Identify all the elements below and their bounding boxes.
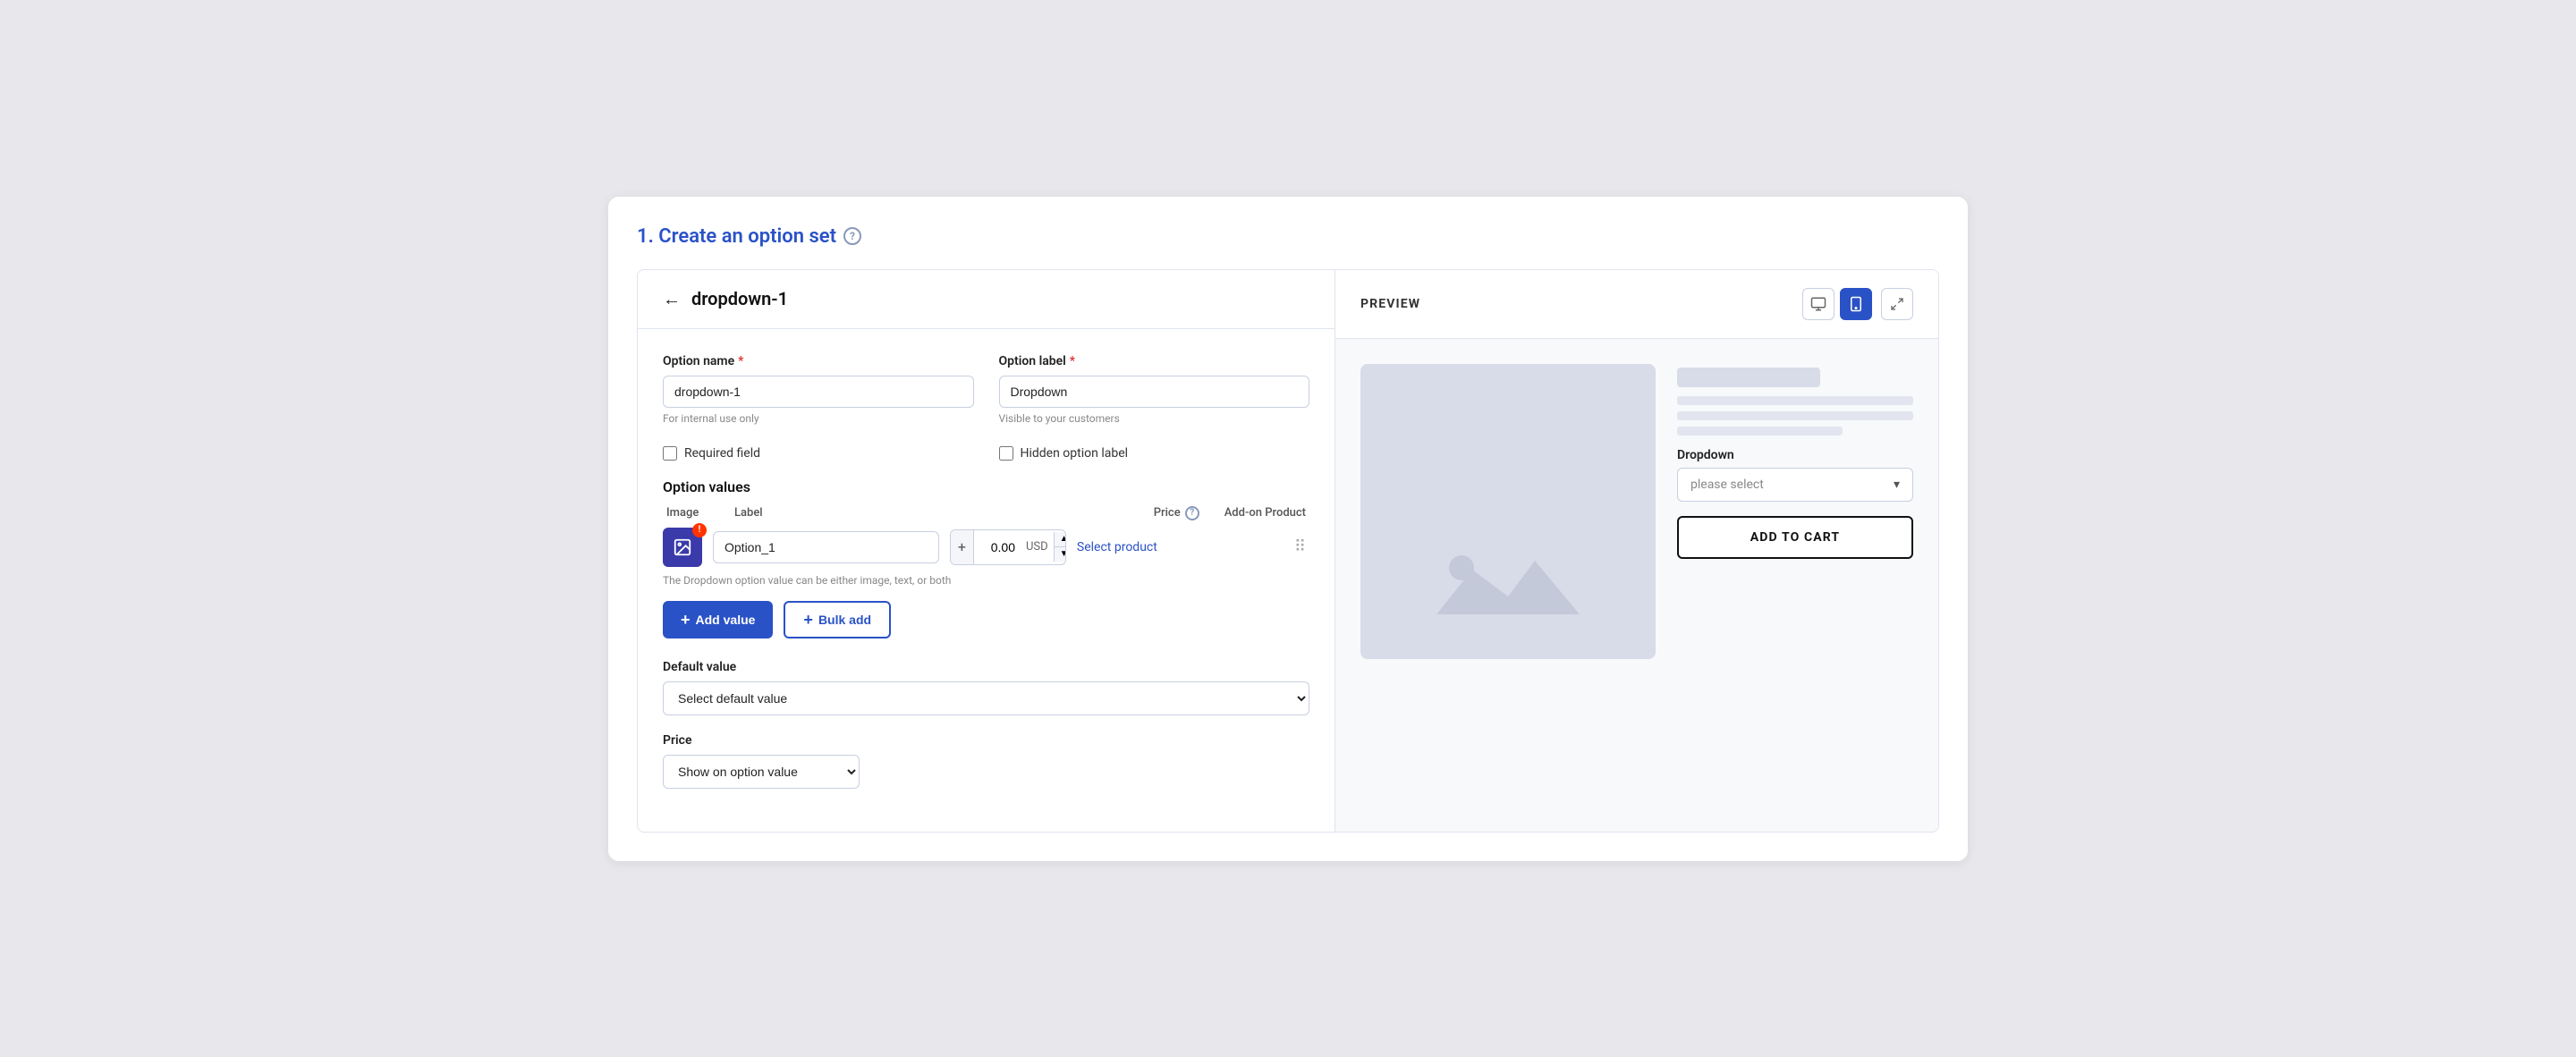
required-star-label: * (1070, 354, 1075, 368)
preview-line-1 (1677, 396, 1913, 405)
price-stepper: ▲ ▼ (1054, 532, 1066, 562)
expand-button[interactable] (1881, 288, 1913, 320)
default-value-group: Default value Select default value (663, 660, 1309, 715)
action-buttons: + Add value + Bulk add (663, 601, 1309, 638)
preview-product-image (1360, 364, 1656, 659)
chevron-down-icon: ▾ (1894, 478, 1900, 492)
add-to-cart-button[interactable]: ADD TO CART (1677, 516, 1913, 559)
preview-select-text: please select (1690, 478, 1764, 492)
option-name-group: Option name * For internal use only (663, 354, 974, 425)
name-label-row: Option name * For internal use only Opti… (663, 354, 1309, 425)
add-value-icon: + (681, 612, 691, 628)
page-title-text: 1. Create an option set (637, 225, 836, 248)
option-name-label: Option name * (663, 354, 974, 368)
desktop-view-button[interactable] (1802, 288, 1835, 320)
hidden-label-label: Hidden option label (1021, 446, 1129, 461)
view-controls (1802, 288, 1913, 320)
price-up-button[interactable]: ▲ (1055, 532, 1066, 547)
bulk-add-button[interactable]: + Bulk add (784, 601, 891, 638)
price-help-icon[interactable]: ? (1185, 506, 1199, 520)
preview-line-2 (1677, 411, 1913, 420)
preview-line-3 (1677, 427, 1843, 435)
price-plus-sign: + (951, 530, 974, 564)
preview-dropdown-label: Dropdown (1677, 448, 1913, 462)
default-value-select[interactable]: Select default value (663, 681, 1309, 715)
option-label-group: Option label * Visible to your customers (999, 354, 1310, 425)
option-value-label-input[interactable] (713, 531, 939, 563)
hidden-label-checkbox[interactable] (999, 446, 1013, 461)
price-section-title: Price (663, 733, 1309, 748)
help-icon[interactable]: ? (843, 227, 861, 245)
required-field-label: Required field (684, 446, 760, 461)
right-header: PREVIEW (1335, 270, 1938, 339)
main-layout: ← dropdown-1 Option name * For internal … (637, 269, 1939, 833)
drag-handle[interactable]: ⠿ (1291, 537, 1309, 556)
option-name-input[interactable] (663, 376, 974, 408)
col-image-header: Image (666, 506, 709, 520)
select-product-link[interactable]: Select product (1077, 540, 1280, 554)
option-value-row: ! + USD ▲ ▼ Select product ⠿ (663, 528, 1309, 567)
col-addon-header: Add-on Product (1224, 506, 1306, 520)
right-panel: PREVIEW (1335, 270, 1938, 832)
add-value-button[interactable]: + Add value (663, 601, 773, 638)
price-input-group: + USD ▲ ▼ (950, 529, 1066, 565)
col-label-header: Label (734, 506, 1129, 520)
preview-label: PREVIEW (1360, 297, 1420, 311)
image-thumb[interactable]: ! (663, 528, 702, 567)
col-price-header: Price ? (1154, 506, 1199, 520)
view-toggle (1802, 288, 1872, 320)
option-label-label: Option label * (999, 354, 1310, 368)
option-values-header: Image Label Price ? Add-on Product (663, 506, 1309, 520)
hidden-label-group: Hidden option label (999, 439, 1310, 461)
option-name-hint: For internal use only (663, 412, 974, 425)
mobile-view-button[interactable] (1840, 288, 1872, 320)
price-display-select[interactable]: Show on option value (663, 755, 860, 789)
option-values-title: Option values (663, 478, 1309, 495)
page-title: 1. Create an option set ? (637, 225, 1939, 248)
default-value-title: Default value (663, 660, 1309, 674)
price-currency: USD (1021, 540, 1054, 554)
panel-body: Option name * For internal use only Opti… (638, 329, 1335, 832)
required-field-checkbox[interactable] (663, 446, 677, 461)
option-label-input[interactable] (999, 376, 1310, 408)
preview-content: Dropdown please select ▾ ADD TO CART (1335, 339, 1938, 684)
price-down-button[interactable]: ▼ (1055, 547, 1066, 562)
hidden-label-checkbox-row: Hidden option label (999, 446, 1310, 461)
required-field-checkbox-row: Required field (663, 446, 974, 461)
outer-card: 1. Create an option set ? ← dropdown-1 O… (608, 197, 1968, 861)
back-arrow[interactable]: ← (663, 288, 681, 310)
preview-select[interactable]: please select ▾ (1677, 468, 1913, 502)
image-badge: ! (692, 523, 707, 537)
panel-header: ← dropdown-1 (638, 270, 1335, 329)
section-name: dropdown-1 (691, 288, 788, 309)
required-field-group: Required field (663, 439, 974, 461)
price-group: Price Show on option value (663, 733, 1309, 789)
option-hint: The Dropdown option value can be either … (663, 574, 1309, 587)
required-star-name: * (738, 354, 743, 368)
preview-product-details: Dropdown please select ▾ ADD TO CART (1677, 364, 1913, 659)
preview-title-placeholder (1677, 368, 1820, 387)
price-number-input[interactable] (974, 532, 1021, 562)
option-label-hint: Visible to your customers (999, 412, 1310, 425)
checkboxes-row: Required field Hidden option label (663, 439, 1309, 461)
left-panel: ← dropdown-1 Option name * For internal … (638, 270, 1335, 832)
bulk-add-icon: + (803, 612, 813, 628)
